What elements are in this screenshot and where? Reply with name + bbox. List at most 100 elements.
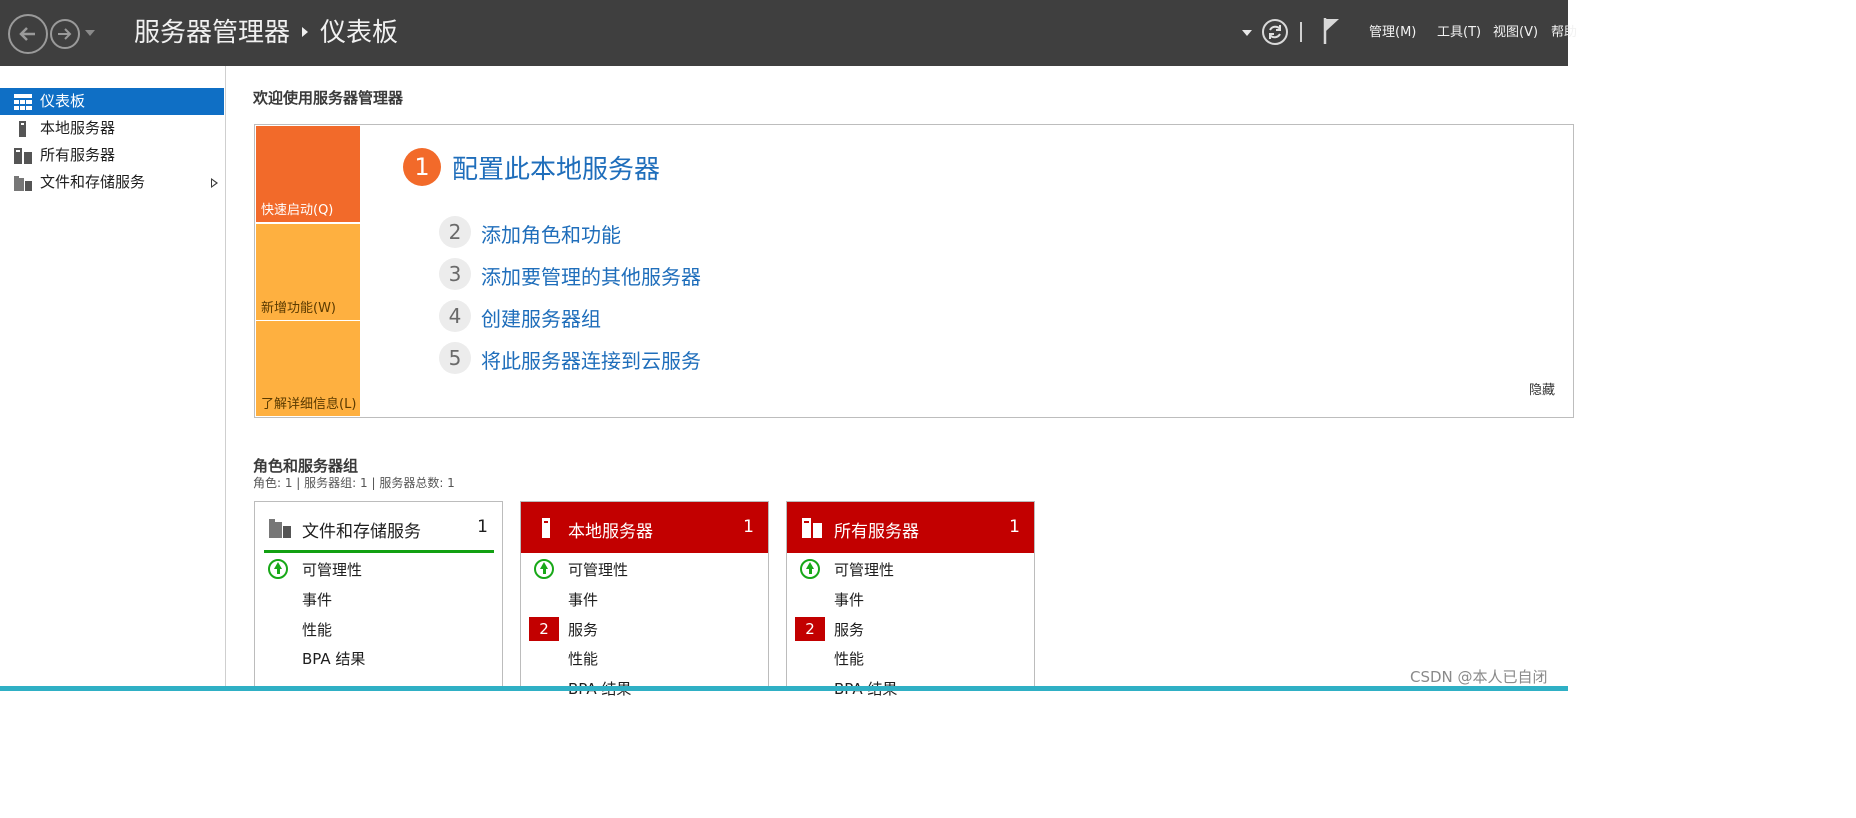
menu-help[interactable]: 帮助	[1551, 24, 1577, 42]
step-link-configure-local-server[interactable]: 配置此本地服务器	[452, 149, 660, 186]
sidebar-item-file-storage[interactable]: 文件和存储服务	[0, 169, 224, 196]
tile-label: 快速启动(Q)	[261, 203, 334, 218]
tile-label: 新增功能(W)	[261, 301, 336, 316]
tile-quick-start[interactable]: 快速启动(Q)	[256, 126, 360, 222]
breadcrumb-current: 仪表板	[320, 18, 399, 48]
roles-summary: 角色: 1 | 服务器组: 1 | 服务器总数: 1	[253, 476, 455, 490]
watermark: CSDN @本人已自闭	[1410, 668, 1548, 686]
sidebar: 仪表板 本地服务器 所有服务器 文件和存储服务	[0, 66, 226, 686]
server-icon	[19, 121, 26, 137]
step-link-add-roles[interactable]: 添加角色和功能	[481, 219, 621, 248]
back-arrow-icon	[19, 27, 35, 41]
card-row-performance[interactable]: 性能	[521, 643, 768, 673]
sidebar-item-dashboard[interactable]: 仪表板	[0, 88, 224, 115]
step-number: 4	[439, 300, 471, 332]
card-title: 文件和存储服务	[302, 522, 421, 542]
hide-link[interactable]: 隐藏	[1529, 379, 1555, 398]
row-label: 事件	[834, 591, 865, 609]
row-label: 性能	[302, 621, 333, 639]
alert-count-badge: 2	[529, 617, 559, 641]
card-header[interactable]: 文件和存储服务 1	[255, 502, 502, 553]
row-label: 可管理性	[568, 561, 629, 579]
status-ok-bar	[264, 550, 494, 553]
card-row-bpa[interactable]: BPA 结果	[255, 643, 502, 673]
breadcrumb-dropdown-icon[interactable]	[1242, 30, 1252, 36]
role-card-file-storage[interactable]: 文件和存储服务 1 可管理性 事件 性能 BPA 结果	[254, 501, 503, 691]
row-label: 可管理性	[834, 561, 895, 579]
menu-tools[interactable]: 工具(T)	[1437, 24, 1481, 42]
sidebar-item-all-servers[interactable]: 所有服务器	[0, 142, 224, 169]
step-number: 3	[439, 258, 471, 290]
alert-count-badge: 2	[795, 617, 825, 641]
refresh-icon	[1269, 25, 1281, 39]
role-card-all-servers[interactable]: 所有服务器 1 可管理性 事件 2 服务 性能 BPA 结果	[786, 501, 1035, 698]
row-label: 事件	[302, 591, 333, 609]
history-dropdown-icon[interactable]	[84, 28, 96, 38]
forward-button[interactable]	[50, 19, 80, 49]
row-label: 事件	[568, 591, 599, 609]
row-label: 性能	[568, 650, 599, 668]
step-link-create-group[interactable]: 创建服务器组	[481, 303, 601, 332]
notification-flag-icon[interactable]	[1322, 16, 1342, 46]
step-number: 2	[439, 216, 471, 248]
roles-section-title: 角色和服务器组	[253, 457, 359, 475]
breadcrumb: 服务器管理器 仪表板	[134, 17, 398, 49]
card-title: 本地服务器	[568, 522, 653, 542]
refresh-button[interactable]	[1262, 19, 1288, 45]
back-button[interactable]	[8, 14, 48, 54]
role-card-local-server[interactable]: 本地服务器 1 可管理性 事件 2 服务 性能 BPA 结果	[520, 501, 769, 698]
storage-icon	[14, 176, 32, 191]
dashboard-icon	[14, 94, 32, 110]
quick-start-panel: 快速启动(Q) 新增功能(W) 了解详细信息(L) 1 配置此本地服务器 2 添…	[254, 124, 1574, 418]
card-count: 1	[477, 517, 488, 537]
row-label: 服务	[568, 621, 599, 639]
card-header[interactable]: 所有服务器 1	[787, 502, 1034, 553]
card-row-manageability[interactable]: 可管理性	[787, 554, 1034, 584]
breadcrumb-separator-icon	[302, 26, 309, 37]
card-row-manageability[interactable]: 可管理性	[255, 554, 502, 584]
welcome-title: 欢迎使用服务器管理器	[253, 89, 404, 107]
sidebar-item-label: 本地服务器	[40, 119, 116, 137]
status-up-icon	[268, 559, 288, 579]
menu-manage[interactable]: 管理(M)	[1369, 24, 1416, 42]
sidebar-item-label: 所有服务器	[40, 146, 116, 164]
servers-icon	[14, 148, 32, 164]
step-link-cloud-services[interactable]: 将此服务器连接到云服务	[481, 345, 701, 374]
sidebar-item-local-server[interactable]: 本地服务器	[0, 115, 224, 142]
card-row-performance[interactable]: 性能	[787, 643, 1034, 673]
row-label: 服务	[834, 621, 865, 639]
card-row-events[interactable]: 事件	[787, 584, 1034, 614]
forward-arrow-icon	[58, 28, 72, 40]
card-count: 1	[743, 517, 754, 537]
tile-learn-more[interactable]: 了解详细信息(L)	[256, 321, 360, 416]
title-bar: 服务器管理器 仪表板 管理(M) 工具(T) 视图(V) 帮助	[0, 0, 1577, 66]
step-number: 1	[403, 148, 441, 186]
tile-label: 了解详细信息(L)	[261, 397, 357, 412]
row-label: 性能	[834, 650, 865, 668]
card-row-services[interactable]: 2 服务	[787, 614, 1034, 644]
server-icon	[542, 518, 550, 538]
status-up-icon	[534, 559, 554, 579]
taskbar	[0, 686, 1568, 691]
sidebar-item-label: 仪表板	[40, 92, 86, 110]
card-header[interactable]: 本地服务器 1	[521, 502, 768, 553]
servers-icon	[802, 518, 822, 538]
step-link-add-servers[interactable]: 添加要管理的其他服务器	[481, 261, 701, 290]
card-row-services[interactable]: 2 服务	[521, 614, 768, 644]
storage-icon	[269, 519, 291, 538]
toolbar-divider	[1300, 22, 1302, 42]
card-row-manageability[interactable]: 可管理性	[521, 554, 768, 584]
card-title: 所有服务器	[834, 522, 919, 542]
expand-arrow-icon[interactable]	[211, 178, 218, 188]
step-number: 5	[439, 342, 471, 374]
card-count: 1	[1009, 517, 1020, 537]
card-row-performance[interactable]: 性能	[255, 614, 502, 644]
sidebar-item-label: 文件和存储服务	[40, 173, 146, 191]
breadcrumb-root[interactable]: 服务器管理器	[134, 18, 290, 48]
card-row-events[interactable]: 事件	[255, 584, 502, 614]
tile-whats-new[interactable]: 新增功能(W)	[256, 224, 360, 320]
row-label: BPA 结果	[302, 650, 366, 668]
menu-view[interactable]: 视图(V)	[1493, 24, 1538, 42]
card-row-events[interactable]: 事件	[521, 584, 768, 614]
status-up-icon	[800, 559, 820, 579]
